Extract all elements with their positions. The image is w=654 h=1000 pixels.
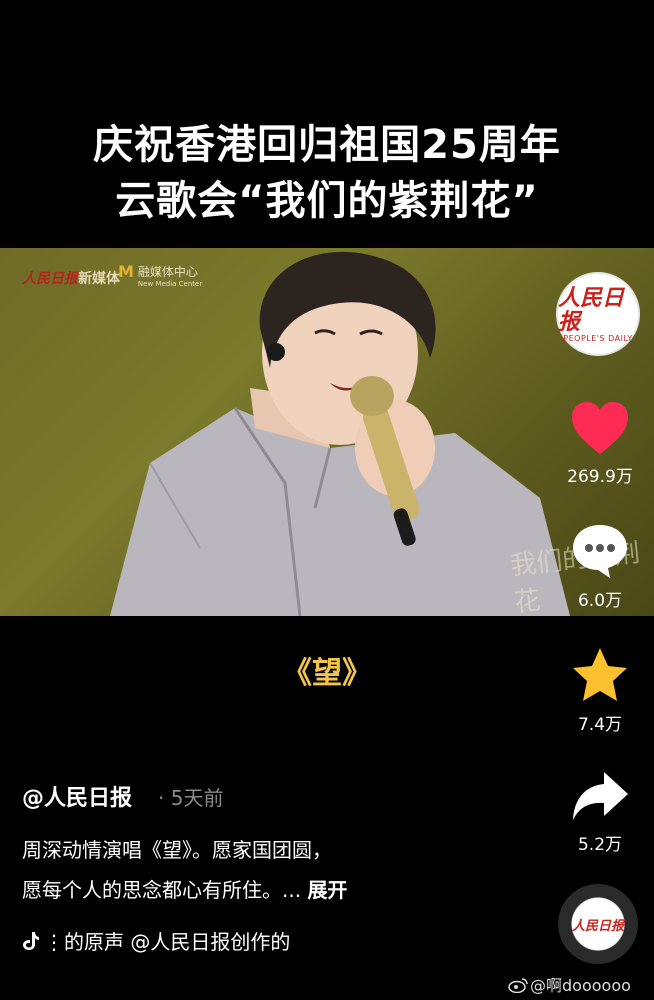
share-count: 5.2万 [577, 835, 623, 855]
comment-count: 6.0万 [577, 591, 623, 611]
media-center-watermark: M 融媒体中心 New Media Center [118, 262, 203, 289]
headline-line-2: 云歌会“我们的紫荆花” [115, 178, 539, 224]
video-player[interactable]: 人民日报新媒体 M 融媒体中心 New Media Center 我们的紫荆花 [0, 248, 654, 616]
description-line-2: 愿每个人的思念都心有所住。... 展开 [22, 878, 348, 902]
like-button[interactable]: 269.9万 [560, 400, 640, 487]
share-arrow-icon [573, 772, 628, 820]
favorite-count: 7.4万 [577, 715, 623, 735]
description-line-1: 周深动情演唱《望》。愿家国团圆， [22, 838, 332, 862]
tiktok-note-icon [23, 932, 39, 950]
music-disc[interactable]: 人民日报 [558, 884, 638, 964]
comment-icon [573, 525, 627, 578]
heart-icon [572, 402, 628, 454]
author-name[interactable]: @人民日报 [22, 786, 132, 811]
comment-button[interactable]: 6.0万 [560, 522, 640, 611]
people-daily-new-media-watermark: 人民日报新媒体 [22, 271, 120, 287]
post-time: · 5天前 [158, 786, 224, 810]
star-icon [573, 648, 627, 701]
like-count: 269.9万 [567, 467, 633, 487]
headline-line-1: 庆祝香港回归祖国25周年 [93, 122, 561, 168]
weibo-icon [508, 978, 528, 994]
post-description: 周深动情演唱《望》。愿家国团圆， 愿每个人的思念都心有所住。... 展开 [22, 830, 542, 910]
song-title: 《望》 [282, 656, 372, 691]
music-info[interactable]: ⋮的原声 @人民日报创作的 [22, 926, 290, 955]
weibo-watermark: @啊doooooo [508, 972, 631, 996]
author-line: @人民日报 · 5天前 [22, 780, 223, 812]
expand-link[interactable]: 展开 [307, 878, 347, 902]
share-button[interactable]: 5.2万 [560, 768, 640, 855]
favorite-button[interactable]: 7.4万 [560, 646, 640, 735]
creator-avatar[interactable]: 人民日报 PEOPLE'S DAILY [556, 272, 640, 356]
